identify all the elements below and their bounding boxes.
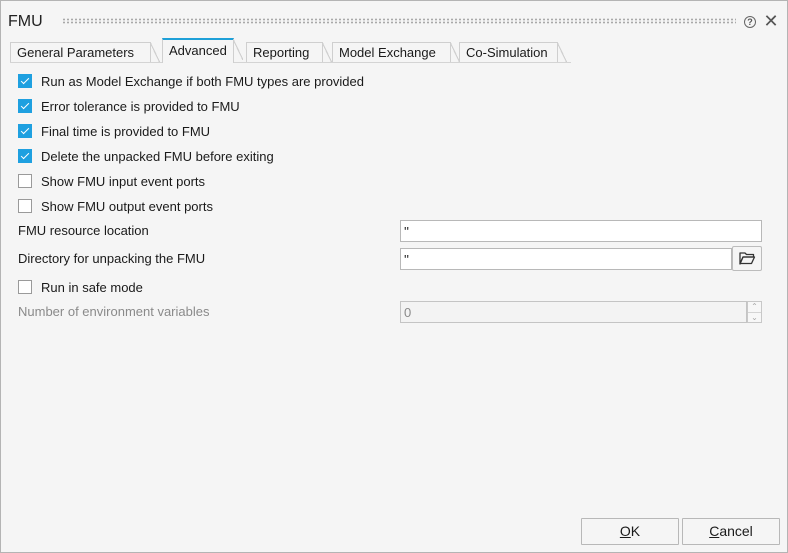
checkbox-show-input-event-ports[interactable]: Show FMU input event ports: [18, 171, 205, 191]
tab-general-parameters[interactable]: General Parameters: [10, 42, 160, 63]
fmu-dialog: FMU ? ✕ General Parameters Advanced Repo…: [0, 0, 788, 553]
env-vars-label: Number of environment variables: [18, 304, 210, 319]
tab-advanced[interactable]: Advanced: [162, 38, 243, 63]
checkbox-show-output-event-ports[interactable]: Show FMU output event ports: [18, 196, 213, 216]
checkbox[interactable]: [18, 99, 32, 113]
checkbox-delete-unpacked[interactable]: Delete the unpacked FMU before exiting: [18, 146, 274, 166]
checkbox-safe-mode[interactable]: Run in safe mode: [18, 277, 143, 297]
resource-location-label: FMU resource location: [18, 223, 149, 238]
tab-label: Advanced: [169, 43, 227, 58]
env-vars-spinner[interactable]: ⌃ ⌄: [747, 301, 762, 323]
checkbox[interactable]: [18, 124, 32, 138]
tab-bar: General Parameters Advanced Reporting Mo…: [10, 38, 780, 63]
tab-label: Co-Simulation: [466, 45, 548, 60]
chevron-up-icon[interactable]: ⌃: [748, 302, 761, 312]
env-vars-input[interactable]: [400, 301, 747, 323]
tab-model-exchange[interactable]: Model Exchange: [332, 42, 460, 63]
help-icon[interactable]: ?: [744, 16, 756, 28]
checkbox-label: Show FMU input event ports: [41, 173, 206, 189]
ok-mnemonic: O: [619, 523, 631, 539]
checkbox-label: Delete the unpacked FMU before exiting: [41, 148, 274, 164]
unpack-directory-input[interactable]: [400, 248, 732, 270]
checkbox[interactable]: [18, 149, 32, 163]
tab-co-simulation[interactable]: Co-Simulation: [459, 42, 567, 63]
checkbox-label: Final time is provided to FMU: [41, 123, 211, 139]
checkbox-label: Run in safe mode: [41, 279, 143, 295]
checkbox-run-as-model-exchange[interactable]: Run as Model Exchange if both FMU types …: [18, 71, 364, 91]
tab-reporting[interactable]: Reporting: [246, 42, 332, 63]
checkbox[interactable]: [18, 199, 32, 213]
ok-button[interactable]: OK: [581, 518, 679, 545]
resource-location-input[interactable]: [400, 220, 762, 242]
checkbox-label: Error tolerance is provided to FMU: [41, 98, 240, 114]
checkbox-label: Show FMU output event ports: [41, 198, 213, 214]
tab-label: Model Exchange: [339, 45, 436, 60]
close-icon[interactable]: ✕: [763, 12, 779, 30]
checkbox-label: Run as Model Exchange if both FMU types …: [41, 73, 365, 89]
browse-directory-button[interactable]: [732, 246, 762, 271]
cancel-mnemonic: C: [709, 523, 720, 539]
checkbox[interactable]: [18, 174, 32, 188]
checkbox[interactable]: [18, 74, 32, 88]
tab-divider: [10, 62, 571, 63]
title-bar[interactable]: FMU ? ✕: [1, 1, 787, 37]
chevron-down-icon[interactable]: ⌄: [748, 312, 761, 323]
drag-grip[interactable]: [62, 18, 736, 24]
cancel-button[interactable]: Cancel: [682, 518, 780, 545]
ok-label-rest: K: [630, 523, 641, 539]
checkbox[interactable]: [18, 280, 32, 294]
folder-open-icon: [739, 252, 756, 265]
tab-label: General Parameters: [17, 45, 135, 60]
checkbox-error-tolerance[interactable]: Error tolerance is provided to FMU: [18, 96, 240, 116]
dialog-title: FMU: [8, 13, 43, 30]
checkbox-final-time[interactable]: Final time is provided to FMU: [18, 121, 210, 141]
tab-label: Reporting: [253, 45, 310, 60]
unpack-directory-label: Directory for unpacking the FMU: [18, 251, 206, 266]
cancel-label-rest: ancel: [719, 523, 753, 539]
